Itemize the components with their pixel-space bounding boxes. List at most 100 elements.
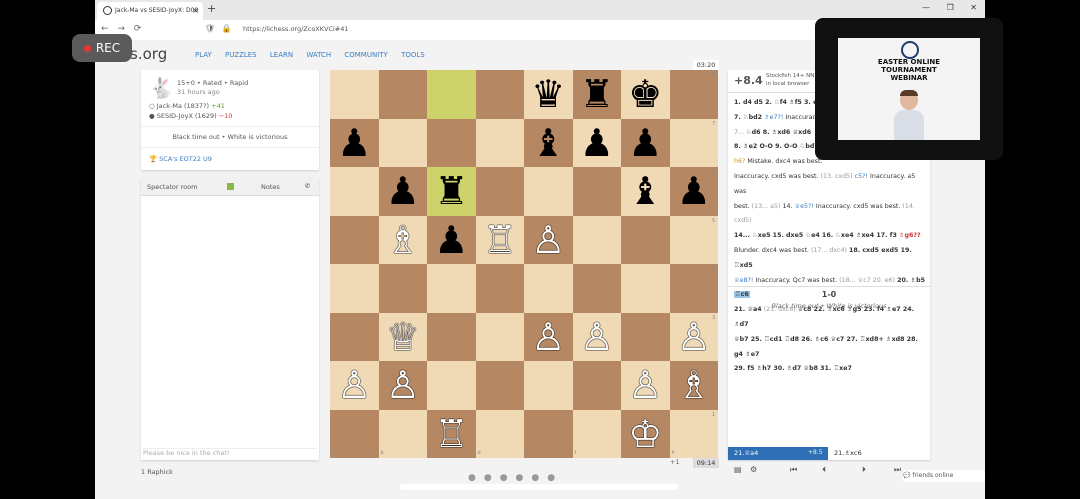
square-e2[interactable] (524, 361, 573, 410)
move-line[interactable]: 29. f5 ♗h7 30. ♗d7 ♕b8 31. ♖xe7 (734, 362, 926, 377)
next-move-button[interactable]: ⏵ (862, 465, 866, 475)
square-h6[interactable]: ♟ (669, 167, 718, 216)
square-b5[interactable]: ♗ (378, 215, 427, 264)
tab-notes[interactable]: Notes (261, 183, 280, 191)
browser-tab[interactable]: Jack-Ma vs SESID-JoyX: D00 C... × (97, 2, 203, 32)
piece-b2[interactable]: ♙ (386, 366, 420, 404)
square-d6[interactable] (475, 167, 524, 216)
nav-buttons[interactable]: ← → ⟳ (101, 24, 141, 34)
square-b6[interactable]: ♟ (378, 167, 427, 216)
square-f8[interactable]: ♜ (572, 70, 621, 119)
black-player[interactable]: ● SESID-JoyX (1629) −10 (149, 112, 232, 120)
square-h2[interactable]: ♗ (669, 361, 718, 410)
square-f1[interactable] (572, 409, 621, 458)
square-c8[interactable] (427, 70, 476, 119)
first-move-button[interactable]: ⏮ (790, 465, 797, 475)
move-line[interactable]: 14... ♘xe5 15. dxe5 ♘e4 16. ♘xe4 ♗xe4 17… (734, 229, 926, 244)
black-player-name[interactable]: SESID-JoyX (1629) (157, 112, 217, 120)
chat-input[interactable]: Please be nice in the chat! (143, 448, 317, 459)
piece-c5[interactable]: ♟ (434, 221, 468, 259)
piece-b5[interactable]: ♗ (386, 221, 420, 259)
square-g4[interactable] (621, 264, 670, 313)
new-tab-button[interactable]: + (207, 2, 216, 15)
square-b4[interactable] (378, 264, 427, 313)
square-b8[interactable] (378, 70, 427, 119)
last-move-button[interactable]: ⏭ (894, 465, 901, 475)
piece-f7[interactable]: ♟ (580, 124, 614, 162)
white-player[interactable]: ○ Jack-Ma (1837?) +41 (149, 102, 225, 110)
next-move-cell[interactable]: 21.♗xc6 (828, 447, 930, 460)
square-f7[interactable]: ♟ (572, 118, 621, 167)
square-h3[interactable]: ♙ (669, 312, 718, 361)
piece-e8[interactable]: ♛ (531, 75, 565, 113)
square-a6[interactable] (330, 167, 379, 216)
square-f6[interactable] (572, 167, 621, 216)
move-line[interactable]: Inaccuracy. cxd5 was best. (13. cxd5) c5… (734, 170, 926, 200)
square-h7[interactable] (669, 118, 718, 167)
square-h8[interactable] (669, 70, 718, 119)
move-line[interactable]: ♕b7 25. ♖cd1 ♖d8 26. ♗c6 ♕c7 27. ♖xd8+ ♗… (734, 333, 926, 363)
piece-a7[interactable]: ♟ (337, 124, 371, 162)
window-controls[interactable]: — ❐ ✕ (922, 3, 977, 12)
prev-move-label[interactable]: 21.♕a4 (734, 449, 758, 457)
square-c5[interactable]: ♟ (427, 215, 476, 264)
square-c2[interactable] (427, 361, 476, 410)
square-g8[interactable]: ♚ (621, 70, 670, 119)
square-f3[interactable]: ♙ (572, 312, 621, 361)
square-d4[interactable] (475, 264, 524, 313)
video-overlay[interactable]: EASTER ONLINE TOURNAMENT WEBINAR (815, 18, 1003, 160)
square-f4[interactable] (572, 264, 621, 313)
piece-g2[interactable]: ♙ (628, 366, 662, 404)
square-a8[interactable] (330, 70, 379, 119)
square-d7[interactable] (475, 118, 524, 167)
square-c3[interactable] (427, 312, 476, 361)
square-e6[interactable] (524, 167, 573, 216)
settings-icon[interactable]: ⚙ (750, 465, 757, 474)
piece-h3[interactable]: ♙ (677, 318, 711, 356)
tournament-name[interactable]: SCA's EOT22 U9 (159, 155, 212, 163)
square-g7[interactable]: ♟ (621, 118, 670, 167)
square-e3[interactable]: ♙ (524, 312, 573, 361)
piece-g1[interactable]: ♔ (628, 415, 662, 453)
square-h4[interactable] (669, 264, 718, 313)
piece-c1[interactable]: ♖ (434, 415, 468, 453)
square-c1[interactable]: ♖ (427, 409, 476, 458)
prev-move-button[interactable]: ⏴ (822, 465, 826, 475)
square-f5[interactable] (572, 215, 621, 264)
piece-d5[interactable]: ♖ (483, 221, 517, 259)
menu-watch[interactable]: WATCH (306, 51, 331, 59)
white-player-name[interactable]: Jack-Ma (1837?) (157, 102, 209, 110)
square-d1[interactable] (475, 409, 524, 458)
square-d3[interactable] (475, 312, 524, 361)
piece-c6[interactable]: ♜ (434, 172, 468, 210)
square-c6[interactable]: ♜ (427, 167, 476, 216)
piece-g6[interactable]: ♝ (628, 172, 662, 210)
menu-puzzles[interactable]: PUZZLES (225, 51, 257, 59)
close-tab-icon[interactable]: × (192, 2, 199, 20)
url-field[interactable]: https://lichess.org/ZcoXKVCi#41 (243, 25, 349, 33)
square-c7[interactable] (427, 118, 476, 167)
square-b2[interactable]: ♙ (378, 361, 427, 410)
move-line[interactable]: Blunder. dxc4 was best. (17... dxc4) 18.… (734, 244, 926, 274)
square-e8[interactable]: ♛ (524, 70, 573, 119)
square-g2[interactable]: ♙ (621, 361, 670, 410)
piece-b3[interactable]: ♕ (386, 318, 420, 356)
square-a3[interactable] (330, 312, 379, 361)
square-a7[interactable]: ♟ (330, 118, 379, 167)
chess-board[interactable]: ♛ ♜ ♚ ♟ ♝ ♟ ♟ ♟ ♜ ♝ ♟ ♗ ♟ ♖ ♙ ♕ ♙ ♙ ♙ ♙ ♙ ♙ ♗ ♖ ♔ a b c d e f g h 8 7 6 5 4 3 2… (330, 70, 720, 458)
square-e7[interactable]: ♝ (524, 118, 573, 167)
square-a1[interactable] (330, 409, 379, 458)
menu-community[interactable]: COMMUNITY (344, 51, 387, 59)
friends-online[interactable]: 💬 friends online (903, 470, 985, 482)
square-g5[interactable] (621, 215, 670, 264)
piece-g8[interactable]: ♚ (628, 75, 662, 113)
piece-a2[interactable]: ♙ (337, 366, 371, 404)
square-e4[interactable] (524, 264, 573, 313)
square-a2[interactable]: ♙ (330, 361, 379, 410)
square-d5[interactable]: ♖ (475, 215, 524, 264)
square-d2[interactable] (475, 361, 524, 410)
square-e5[interactable]: ♙ (524, 215, 573, 264)
piece-g7[interactable]: ♟ (628, 124, 662, 162)
move-line[interactable]: best. (13... a5) 14. ♕e5?! Inaccuracy. c… (734, 200, 926, 230)
piece-e5[interactable]: ♙ (531, 221, 565, 259)
